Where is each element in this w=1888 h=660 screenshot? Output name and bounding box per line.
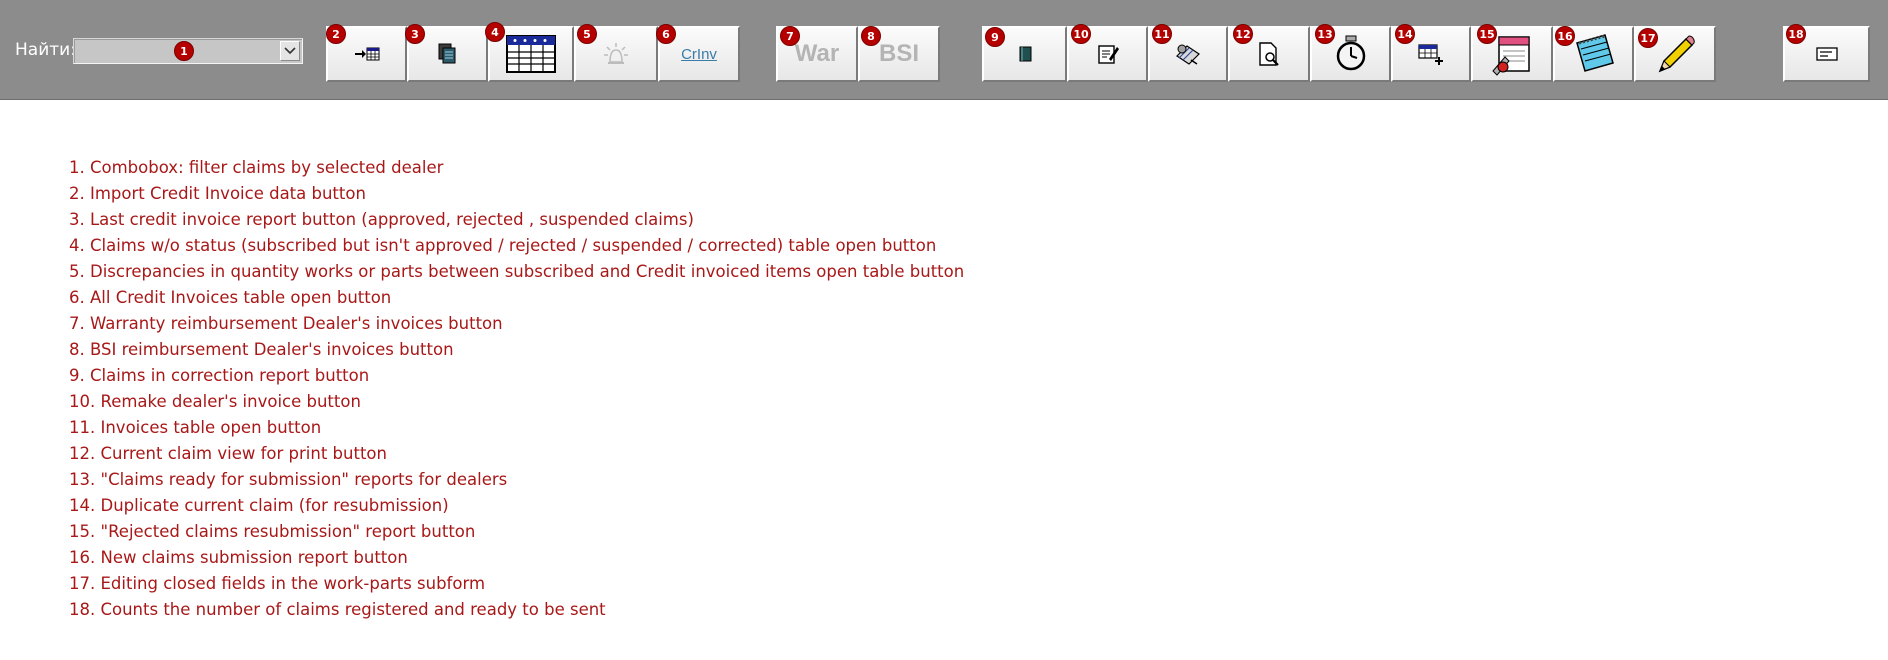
legend-item: 7. Warranty reimbursement Dealer's invoi…	[69, 314, 503, 333]
add-row-icon	[1418, 44, 1443, 65]
report-pages-icon	[438, 43, 455, 64]
legend-item: 9. Claims in correction report button	[69, 366, 370, 385]
badge-1: 1	[174, 41, 194, 61]
legend-list: 1. Combobox: filter claims by selected d…	[69, 155, 964, 623]
badge-18: 18	[1786, 24, 1806, 44]
legend-item: 8. BSI reimbursement Dealer's invoices b…	[69, 340, 454, 359]
import-table-icon	[354, 47, 379, 61]
toolbar: Найти: 1 2 3 4 5 CrInv 6 War 7 BSI 8 9 1…	[0, 0, 1888, 100]
badge-13: 13	[1315, 24, 1335, 44]
badge-17: 17	[1638, 28, 1658, 48]
legend-item: 16. New claims submission report button	[69, 548, 408, 567]
badge-3: 3	[405, 24, 425, 44]
badge-8: 8	[861, 26, 881, 46]
legend-item: 3. Last credit invoice report button (ap…	[69, 210, 694, 229]
bsi-label: BSI	[878, 40, 919, 67]
stopwatch-icon	[1336, 35, 1365, 71]
legend-item: 1. Combobox: filter claims by selected d…	[69, 158, 444, 177]
chevron-down-icon	[284, 47, 296, 55]
badge-15: 15	[1477, 24, 1497, 44]
pencil-icon	[1658, 35, 1695, 73]
invoices-stack-icon	[1176, 44, 1200, 65]
message-card-icon	[1815, 47, 1838, 61]
badge-10: 10	[1071, 24, 1091, 44]
legend-item: 6. All Credit Invoices table open button	[69, 288, 392, 307]
badge-16: 16	[1555, 26, 1575, 46]
badge-2: 2	[326, 24, 346, 44]
legend-item: 4. Claims w/o status (subscribed but isn…	[69, 236, 937, 255]
badge-5: 5	[577, 24, 597, 44]
print-preview-icon	[1259, 42, 1279, 66]
legend-item: 15. "Rejected claims resubmission" repor…	[69, 522, 476, 541]
combobox-dropdown-arrow[interactable]	[280, 41, 300, 61]
dealer-filter-combobox[interactable]: 1	[73, 38, 303, 64]
badge-14: 14	[1395, 24, 1415, 44]
legend-item: 11. Invoices table open button	[69, 418, 322, 437]
find-label: Найти:	[15, 40, 76, 60]
war-label: War	[794, 40, 840, 67]
crinv-label: CrInv	[681, 45, 717, 63]
badge-9: 9	[985, 27, 1005, 47]
table-icon	[506, 35, 556, 73]
legend-item: 14. Duplicate current claim (for resubmi…	[69, 496, 449, 515]
legend-item: 10. Remake dealer's invoice button	[69, 392, 361, 411]
legend-item: 2. Import Credit Invoice data button	[69, 184, 366, 203]
badge-11: 11	[1152, 24, 1172, 44]
alert-light-icon	[604, 43, 628, 64]
legend-item: 13. "Claims ready for submission" report…	[69, 470, 508, 489]
edit-document-icon	[1097, 45, 1119, 64]
legend-item: 17. Editing closed fields in the work-pa…	[69, 574, 486, 593]
legend-item: 5. Discrepancies in quantity works or pa…	[69, 262, 965, 281]
badge-6: 6	[656, 24, 676, 44]
badge-12: 12	[1233, 24, 1253, 44]
legend-item: 12. Current claim view for print button	[69, 444, 387, 463]
badge-4: 4	[485, 22, 505, 42]
badge-7: 7	[780, 26, 800, 46]
notepad-icon	[1575, 34, 1614, 72]
legend-item: 18. Counts the number of claims register…	[69, 600, 606, 619]
book-icon	[1019, 46, 1031, 62]
